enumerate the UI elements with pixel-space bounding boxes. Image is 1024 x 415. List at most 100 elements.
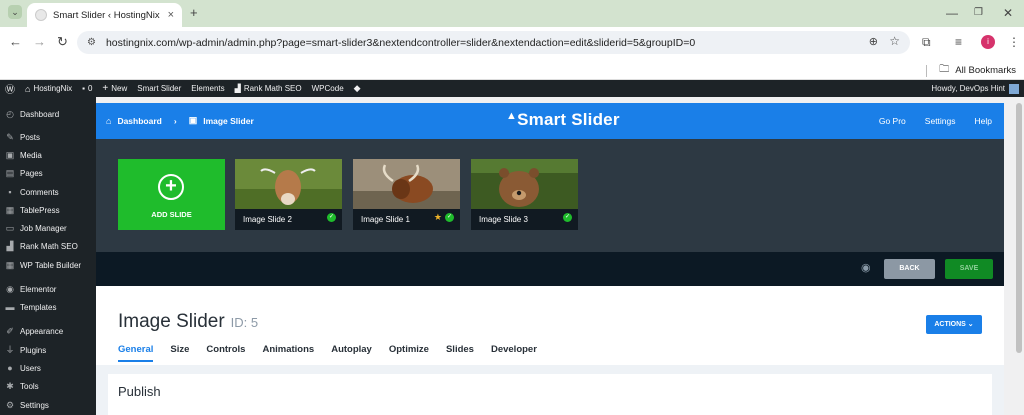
site-name-link[interactable]: ⌂ HostingNix <box>20 84 77 94</box>
smart-slider-logo: ▲Smart Slider <box>506 110 620 130</box>
sidebar-item-templates[interactable]: ▬ Templates <box>0 298 96 316</box>
adminbar-smart-slider[interactable]: Smart Slider <box>132 84 186 93</box>
bookmarks-bar: 🗀 All Bookmarks <box>0 58 1024 80</box>
sidebar-item-settings[interactable]: ⚙ Settings <box>0 396 96 414</box>
star-icon[interactable]: ★ <box>434 212 442 222</box>
eye-preview-icon[interactable]: ◉ <box>861 263 873 274</box>
help-link[interactable]: Help <box>975 116 992 126</box>
tab-size[interactable]: Size <box>170 344 189 362</box>
folder-icon: ▬ <box>5 302 15 312</box>
sidebar-item-label: WP Table Builder <box>20 260 82 270</box>
minimize-icon[interactable]: — <box>946 5 958 21</box>
adminbar-wpcode[interactable]: WPCode <box>307 84 349 93</box>
slide-thumb-1[interactable]: Image Slide 1 ★ ✓ <box>353 159 460 230</box>
new-tab-button[interactable]: + <box>190 5 198 21</box>
sidebar-item-label: Appearance <box>20 326 64 336</box>
slider-id: ID: 5 <box>230 315 259 330</box>
sidebar-item-rank-math[interactable]: ▟ Rank Math SEO <box>0 237 96 255</box>
rank-math-label: Rank Math SEO <box>243 84 302 93</box>
scrollbar-thumb[interactable] <box>1016 103 1022 353</box>
folder-icon: 🗀 <box>939 64 950 75</box>
adminbar-elements[interactable]: Elements <box>186 84 229 93</box>
sidebar-item-users[interactable]: ● Users <box>0 359 96 377</box>
comments-link[interactable]: ▪ 0 <box>77 84 97 93</box>
slide-thumb-3[interactable]: Image Slide 3 ✓ <box>471 159 578 230</box>
adminbar-rank-math[interactable]: ▟ Rank Math SEO <box>230 84 307 93</box>
new-content-link[interactable]: + New <box>97 83 132 94</box>
sidebar-item-dashboard[interactable]: ◴ Dashboard <box>0 105 96 123</box>
url-text: hostingnix.com/wp-admin/admin.php?page=s… <box>105 36 696 49</box>
plus-circle-icon: + <box>158 174 184 200</box>
sidebar-item-appearance[interactable]: ✐ Appearance <box>0 322 96 340</box>
media-icon: ▣ <box>5 150 15 160</box>
tab-search-icon[interactable]: ⌄ <box>8 5 22 19</box>
actions-dropdown-button[interactable]: ACTIONS ⌄ <box>926 315 982 334</box>
restore-icon[interactable]: ❐ <box>974 5 983 21</box>
rank-math-icon: ▟ <box>234 84 241 93</box>
slide-thumb-2[interactable]: Image Slide 2 ✓ <box>235 159 342 230</box>
bookmark-star-icon[interactable]: ☆ <box>889 34 900 48</box>
back-button[interactable]: BACK <box>884 259 935 279</box>
logo-text: Smart Slider <box>517 110 620 129</box>
tab-animations[interactable]: Animations <box>262 344 314 362</box>
user-avatar <box>1009 83 1019 94</box>
page-scrollbar[interactable] <box>1014 97 1024 415</box>
sidebar-item-elementor[interactable]: ◉ Elementor <box>0 280 96 298</box>
sidebar-item-posts[interactable]: ✎ Posts <box>0 128 96 146</box>
tab-developer[interactable]: Developer <box>491 344 537 362</box>
wordpress-logo-icon[interactable]: Ⓦ <box>0 81 20 96</box>
published-check-icon: ✓ <box>445 213 454 222</box>
address-bar[interactable]: ⚙ hostingnix.com/wp-admin/admin.php?page… <box>77 31 910 54</box>
zoom-icon[interactable]: ⊕ <box>869 35 878 48</box>
sidebar-item-media[interactable]: ▣ Media <box>0 146 96 164</box>
tab-close-icon[interactable]: × <box>168 9 174 21</box>
smart-slider-header: ⌂ Dashboard › ▣ Image Slider ▲Smart Slid… <box>96 103 1004 139</box>
go-pro-link[interactable]: Go Pro <box>879 116 906 126</box>
sidebar-item-job-manager[interactable]: ▭ Job Manager <box>0 219 96 237</box>
settings-link[interactable]: Settings <box>925 116 956 126</box>
all-bookmarks[interactable]: 🗀 All Bookmarks <box>926 62 1016 79</box>
sidebar-item-plugins[interactable]: ⏚ Plugins <box>0 341 96 359</box>
back-arrow-icon[interactable]: ← <box>9 34 22 50</box>
sidebar-item-label: Elementor <box>20 284 57 294</box>
breadcrumb-current[interactable]: Image Slider <box>203 116 254 126</box>
sidebar-item-label: Posts <box>20 132 41 142</box>
browser-tab[interactable]: Smart Slider ‹ HostingNix — W × <box>27 3 182 27</box>
sidebar-item-comments[interactable]: ▪ Comments <box>0 183 96 201</box>
reading-list-icon[interactable]: ≡ <box>955 34 962 50</box>
publish-section: Publish <box>108 374 992 415</box>
published-check-icon: ✓ <box>563 213 572 222</box>
tab-general[interactable]: General <box>118 344 154 362</box>
add-slide-button[interactable]: + ADD SLIDE <box>118 159 225 230</box>
window-close-icon[interactable]: ✕ <box>1003 5 1013 21</box>
tab-title: Smart Slider ‹ HostingNix — W <box>53 9 162 21</box>
forward-arrow-icon[interactable]: → <box>33 34 46 50</box>
breadcrumb-dashboard[interactable]: Dashboard <box>117 116 161 126</box>
howdy-user-menu[interactable]: Howdy, DevOps Hint <box>931 80 1019 97</box>
reload-icon[interactable]: ↻ <box>57 34 68 50</box>
slides-strip: + ADD SLIDE Image Slide 2 ✓ Image Slide … <box>96 139 1004 252</box>
save-button[interactable]: SAVE <box>945 259 993 279</box>
sidebar-item-tools[interactable]: ✱ Tools <box>0 377 96 395</box>
sidebar-item-wp-table-builder[interactable]: ▦ WP Table Builder <box>0 256 96 274</box>
tab-optimize[interactable]: Optimize <box>389 344 429 362</box>
tab-controls[interactable]: Controls <box>206 344 245 362</box>
chevron-right-icon: › <box>173 115 177 126</box>
sidebar-item-tablepress[interactable]: ▦ TablePress <box>0 201 96 219</box>
profile-avatar[interactable]: i <box>981 35 995 49</box>
extensions-icon[interactable]: ⧉ <box>922 34 931 50</box>
breadcrumb: ⌂ Dashboard › ▣ Image Slider <box>106 115 254 126</box>
site-info-icon[interactable]: ⚙ <box>87 37 96 48</box>
graduation-cap-icon: ▲ <box>506 110 518 122</box>
menu-kebab-icon[interactable]: ⋮ <box>1008 34 1020 50</box>
page-icon: ▤ <box>5 168 15 178</box>
bookmarks-divider <box>926 64 928 77</box>
diamond-icon[interactable]: ◆ <box>349 83 366 94</box>
sidebar-item-pages[interactable]: ▤ Pages <box>0 164 96 182</box>
sidebar-item-label: TablePress <box>20 205 60 215</box>
sidebar-item-label: Dashboard <box>20 109 60 119</box>
slide-label: Image Slide 1 <box>353 209 460 230</box>
tab-slides[interactable]: Slides <box>446 344 474 362</box>
tab-autoplay[interactable]: Autoplay <box>331 344 372 362</box>
sidebar-item-label: Settings <box>20 400 49 410</box>
